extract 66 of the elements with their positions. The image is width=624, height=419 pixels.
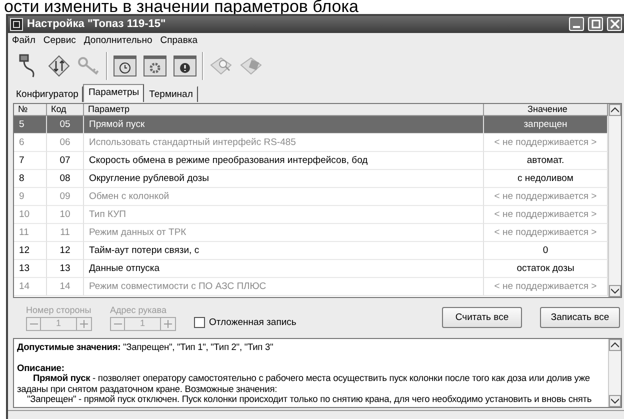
action-button[interactable]: Записать все [540,306,620,328]
table-cell[interactable]: < не поддерживается > [484,206,608,224]
arrows-diamond-icon [48,54,70,76]
maximize-button[interactable] [588,17,603,32]
clock-window-icon [114,55,136,76]
table-cell[interactable]: 12 [47,242,84,260]
table-cell[interactable]: остаток дозы [484,260,608,278]
table-cell[interactable]: 12 [14,242,47,260]
table-cell[interactable]: Прямой пуск [84,116,484,134]
table-cell[interactable]: 13 [47,260,84,278]
table-cell[interactable]: Тайм-аут потери связи, с [84,242,484,260]
plus-icon [164,320,172,328]
column-header[interactable]: Значение [484,104,608,116]
magnifier-book-icon [210,57,232,74]
plus-icon [80,320,88,328]
description-text: Допустимые значения: "Запрещен", "Тип 1", "Тип 2", "Тип 3" [17,342,274,353]
gear-window-icon [144,55,166,76]
close-button[interactable] [607,17,622,32]
table-cell[interactable]: < не поддерживается > [484,188,608,206]
table-cell[interactable]: автомат. [484,152,608,170]
table-cell[interactable]: Округление рублевой дозы [84,170,484,188]
scrollbar[interactable] [608,104,621,298]
spinner-label: Адрес рукава [110,305,168,316]
table-cell[interactable]: Скорость обмена в режиме преобразования интерфейсов, бод [84,152,484,170]
table-cell[interactable]: 13 [14,260,47,278]
minimize-button[interactable] [569,17,584,32]
cable-plug-icon [19,54,34,77]
table-cell[interactable]: 7 [14,152,47,170]
table-cell[interactable]: 07 [47,152,84,170]
description-text: "Запрещен" - прямой пуск отключен. Пуск колонки происходит только по снятию крана, для чего необходимо установить и вновь снять [26,394,593,405]
description-text: Описание: [17,362,66,374]
table-cell[interactable]: < не поддерживается > [484,224,608,242]
menu-item[interactable]: Дополнительно [84,34,152,46]
spinner-label: Номер стороны [26,305,92,316]
tab[interactable]: Параметры [83,84,144,102]
close-icon [608,18,620,30]
column-header[interactable]: Параметр [84,104,484,116]
table-cell[interactable]: 6 [14,134,47,152]
column-header[interactable]: Код [47,104,84,116]
key-icon [78,56,99,75]
checkbox[interactable] [194,316,205,328]
menu-item[interactable]: Сервис [43,34,76,46]
table-cell[interactable]: < не поддерживается > [484,278,608,296]
table-cell[interactable]: 8 [14,170,47,188]
table-cell[interactable]: 5 [14,116,47,134]
menu-item[interactable]: Файл [12,34,36,46]
table-cell[interactable]: 10 [47,206,84,224]
table-cell[interactable]: запрещен [484,116,608,134]
table-cell[interactable]: 05 [47,116,84,134]
menu-item[interactable]: Справка [160,34,198,46]
table-cell[interactable]: < не поддерживается > [484,134,608,152]
table-cell[interactable]: 08 [47,170,84,188]
window-title: Настройка "Топаз 119-15" [27,18,167,30]
column-header[interactable]: № [14,104,47,116]
table-cell[interactable]: Данные отпуска [84,260,484,278]
action-button[interactable]: Считать все [442,306,522,328]
description-text: Прямой пуск - позволяет оператору самостоятельно с рабочего места осуществить пуск колонки после того как доза или долив уже заданы при снятом раздаточном кране. Возможные значения: [17,373,591,394]
maximize-icon [590,18,602,30]
table-cell[interactable]: 0 [484,242,608,260]
table-cell[interactable]: 06 [47,134,84,152]
alert-window-icon [174,55,196,76]
table-cell[interactable]: с недоливом [484,170,608,188]
minimize-icon [573,26,580,28]
scrollbar[interactable] [608,339,621,408]
table-cell[interactable]: 11 [47,224,84,242]
app-icon [10,18,23,31]
